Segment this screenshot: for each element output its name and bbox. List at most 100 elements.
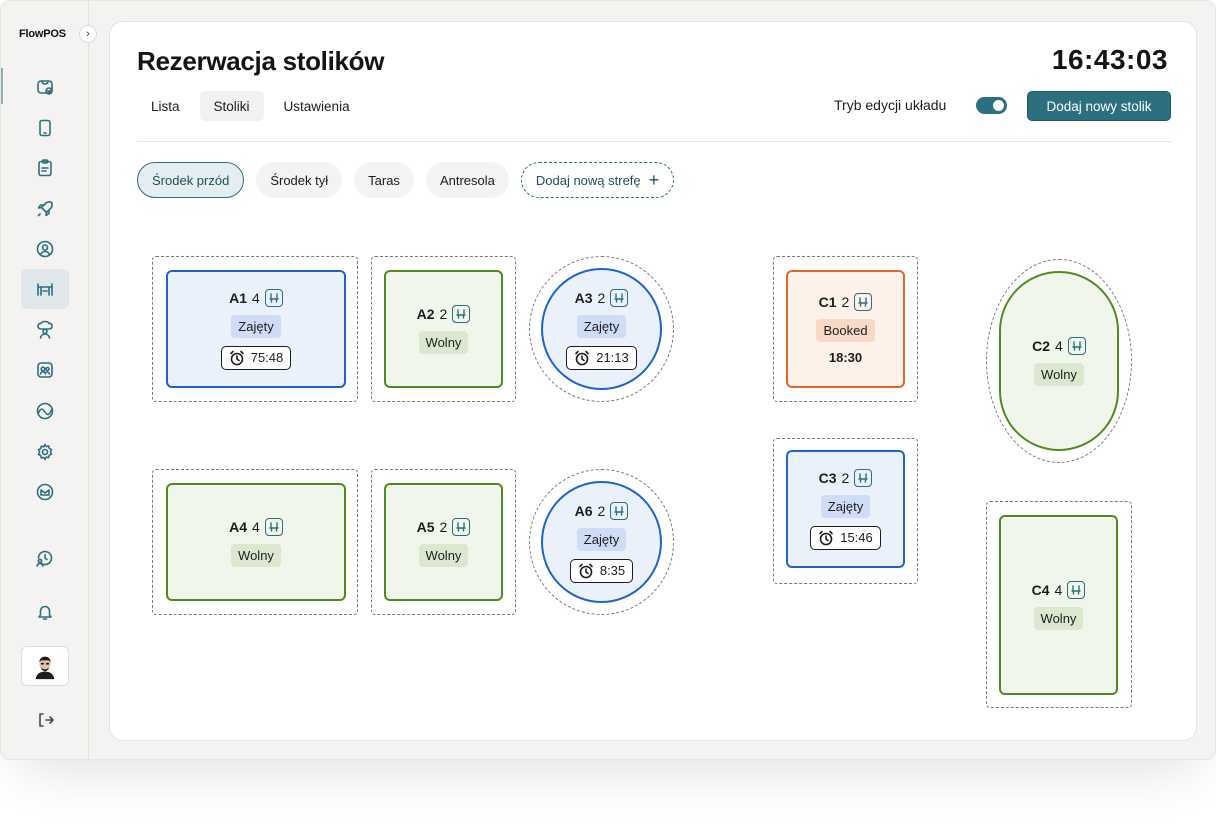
sidebar-item-tables[interactable] bbox=[21, 269, 69, 309]
table-c3[interactable]: C3 2 Zajęty 15:46 bbox=[786, 450, 905, 568]
table-a4[interactable]: A4 4 Wolny bbox=[166, 483, 346, 601]
sidebar-item-customers[interactable] bbox=[21, 350, 69, 390]
seat-count: 2 bbox=[597, 289, 606, 306]
status-badge: Zajęty bbox=[231, 314, 281, 338]
plus-icon: + bbox=[648, 170, 660, 190]
user-avatar-icon bbox=[31, 652, 59, 680]
sidebar-collapse-button[interactable]: › bbox=[79, 25, 97, 43]
page-title: Rezerwacja stolików bbox=[137, 46, 385, 76]
occupancy-timer: 21:13 bbox=[566, 345, 637, 370]
table-name: C2 bbox=[1032, 337, 1051, 354]
tablet-icon bbox=[39, 119, 51, 137]
status-badge: Zajęty bbox=[576, 314, 627, 338]
table-name: C1 bbox=[818, 294, 837, 310]
sidebar-item-logout[interactable] bbox=[21, 700, 69, 740]
seat-count: 2 bbox=[439, 305, 448, 322]
table-name: A2 bbox=[416, 305, 435, 322]
table-name: A6 bbox=[574, 502, 593, 519]
edit-mode-toggle[interactable] bbox=[976, 97, 1007, 114]
timer-value: 15:46 bbox=[840, 530, 873, 545]
table-name: A4 bbox=[229, 518, 248, 535]
zone-tabs: Środek przód Środek tył Taras Antresola … bbox=[137, 162, 675, 198]
zone-antresola[interactable]: Antresola bbox=[425, 162, 509, 198]
clipboard-icon bbox=[38, 159, 52, 177]
view-tabs: Lista Stoliki Ustawienia bbox=[137, 91, 364, 121]
seat-count: 2 bbox=[841, 294, 850, 310]
table-name: C3 bbox=[818, 469, 837, 486]
timer-value: 8:35 bbox=[599, 563, 626, 578]
table-a1[interactable]: A1 4 Zajęty 75:48 bbox=[166, 270, 346, 388]
table-name: C4 bbox=[1031, 581, 1050, 598]
table-a2[interactable]: A2 2 Wolny bbox=[384, 270, 503, 388]
add-zone-button[interactable]: Dodaj nową strefę + bbox=[520, 162, 675, 198]
chair-icon bbox=[610, 501, 629, 520]
alarm-clock-icon bbox=[579, 563, 593, 578]
tab-settings[interactable]: Ustawienia bbox=[270, 91, 364, 121]
sidebar-item-users[interactable] bbox=[21, 229, 69, 269]
zone-srodek-tyl[interactable]: Środek tył bbox=[256, 162, 343, 198]
clock: 16:43:03 bbox=[1051, 44, 1168, 75]
settings-gear-icon bbox=[37, 443, 53, 461]
sidebar-item-inbox[interactable] bbox=[21, 472, 69, 512]
table-a5[interactable]: A5 2 Wolny bbox=[384, 483, 503, 601]
occupancy-timer: 15:46 bbox=[810, 525, 881, 550]
chair-icon bbox=[1067, 580, 1086, 599]
add-table-button[interactable]: Dodaj nowy stolik bbox=[1027, 91, 1171, 121]
basket-check-icon bbox=[37, 80, 53, 95]
seat-count: 2 bbox=[597, 502, 606, 519]
user-history-icon bbox=[36, 550, 53, 567]
contacts-icon bbox=[37, 362, 53, 378]
alarm-clock-icon bbox=[819, 530, 834, 545]
sidebar-item-notifications[interactable] bbox=[21, 592, 69, 632]
tab-tables[interactable]: Stoliki bbox=[199, 91, 264, 121]
sidebar-item-history[interactable] bbox=[21, 538, 69, 578]
mailbox-icon bbox=[36, 483, 54, 501]
status-badge: Wolny bbox=[1033, 606, 1084, 630]
timer-value: 21:13 bbox=[596, 350, 629, 365]
seat-count: 4 bbox=[252, 289, 260, 306]
table-c1[interactable]: C1 2 Booked 18:30 bbox=[786, 270, 905, 388]
sidebar-item-tasks[interactable] bbox=[21, 148, 69, 188]
sidebar-item-analytics[interactable] bbox=[21, 391, 69, 431]
chef-icon bbox=[37, 320, 53, 339]
sidebar-item-kitchen[interactable] bbox=[21, 310, 69, 350]
table-layout-icon bbox=[37, 283, 53, 296]
status-badge: Wolny bbox=[231, 543, 281, 567]
edit-mode-label: Tryb edycji układu bbox=[834, 97, 947, 113]
alarm-clock-icon bbox=[575, 350, 590, 365]
table-a6[interactable]: A6 2 Zajęty 8:35 bbox=[541, 481, 662, 603]
chair-icon bbox=[854, 293, 873, 311]
status-badge: Wolny bbox=[1034, 362, 1084, 386]
chair-icon bbox=[264, 288, 283, 307]
chair-icon bbox=[452, 517, 471, 536]
alarm-clock-icon bbox=[229, 350, 244, 365]
sidebar-item-settings[interactable] bbox=[21, 432, 69, 472]
app-window: FlowPOS › Rezerwacja stolików 16:43:03 L… bbox=[0, 0, 1216, 760]
chair-icon bbox=[452, 304, 471, 323]
table-a3[interactable]: A3 2 Zajęty 21:13 bbox=[541, 268, 662, 390]
status-badge: Booked bbox=[816, 319, 875, 342]
seat-count: 2 bbox=[841, 469, 850, 486]
add-zone-label: Dodaj nową strefę bbox=[535, 172, 641, 188]
booking-time: 18:30 bbox=[828, 350, 863, 365]
nav-rail-indicator bbox=[1, 68, 3, 104]
zone-taras[interactable]: Taras bbox=[354, 162, 414, 198]
table-name: A1 bbox=[229, 289, 248, 306]
sidebar: FlowPOS › bbox=[1, 1, 97, 759]
table-name: A3 bbox=[574, 289, 593, 306]
seat-count: 4 bbox=[1055, 337, 1063, 354]
chair-icon bbox=[264, 517, 283, 536]
main-panel: Rezerwacja stolików 16:43:03 Lista Stoli… bbox=[109, 21, 1197, 741]
tab-list[interactable]: Lista bbox=[137, 91, 194, 121]
sidebar-item-orders[interactable] bbox=[21, 67, 69, 107]
table-c4[interactable]: C4 4 Wolny bbox=[999, 515, 1118, 695]
sidebar-item-device[interactable] bbox=[21, 108, 69, 148]
status-badge: Zajęty bbox=[576, 527, 627, 551]
sidebar-item-launch[interactable] bbox=[21, 189, 69, 229]
occupancy-timer: 75:48 bbox=[220, 345, 292, 370]
avatar[interactable] bbox=[21, 646, 69, 686]
chair-icon bbox=[610, 288, 629, 307]
table-c2[interactable]: C2 4 Wolny bbox=[999, 271, 1119, 451]
zone-srodek-przod[interactable]: Środek przód bbox=[137, 162, 245, 198]
status-badge: Zajęty bbox=[820, 494, 871, 518]
